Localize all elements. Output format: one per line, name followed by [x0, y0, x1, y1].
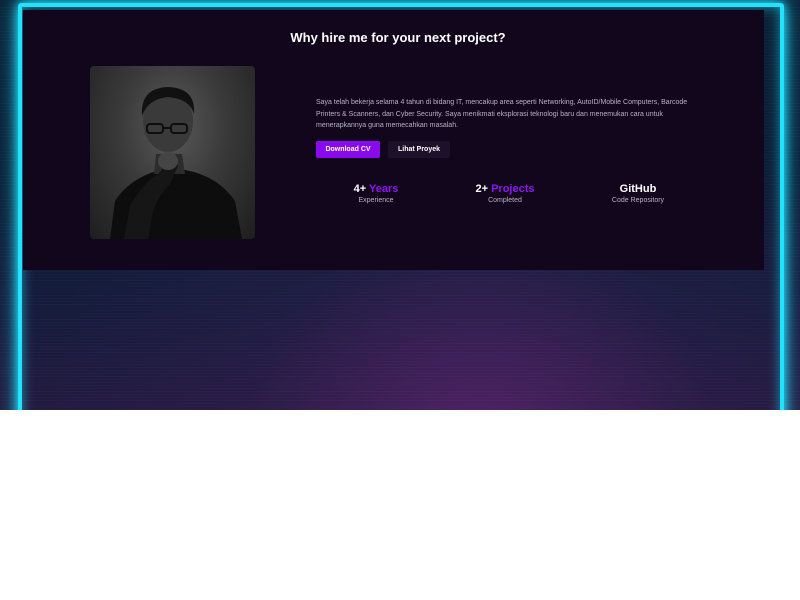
- stat-label: Completed: [488, 197, 522, 204]
- stat-accent: Years: [369, 183, 399, 195]
- background-stage: Why hire me for your next project? Saya …: [0, 0, 800, 410]
- portrait-photo: [90, 66, 255, 239]
- download-cv-button[interactable]: Download CV: [316, 141, 380, 158]
- hero-panel: Why hire me for your next project? Saya …: [23, 10, 764, 270]
- section-title: Why hire me for your next project?: [290, 30, 506, 45]
- about-description: Saya telah bekerja selama 4 tahun di bid…: [316, 99, 688, 130]
- stat-number: GitHub: [619, 183, 657, 195]
- stat-github[interactable]: GitHub Code Repository: [578, 183, 698, 204]
- stat-number: 2+: [475, 183, 489, 195]
- stat-number: 4+: [353, 183, 367, 195]
- stat-label: Code Repository: [611, 197, 665, 204]
- stat-accent: Projects: [491, 183, 535, 195]
- stat-projects: 2+ Projects Completed: [445, 183, 565, 204]
- stat-years: 4+ Years Experience: [316, 183, 436, 204]
- view-projects-button[interactable]: Lihat Proyek: [388, 141, 450, 158]
- person-silhouette: [110, 87, 242, 239]
- stat-label: Experience: [358, 197, 394, 204]
